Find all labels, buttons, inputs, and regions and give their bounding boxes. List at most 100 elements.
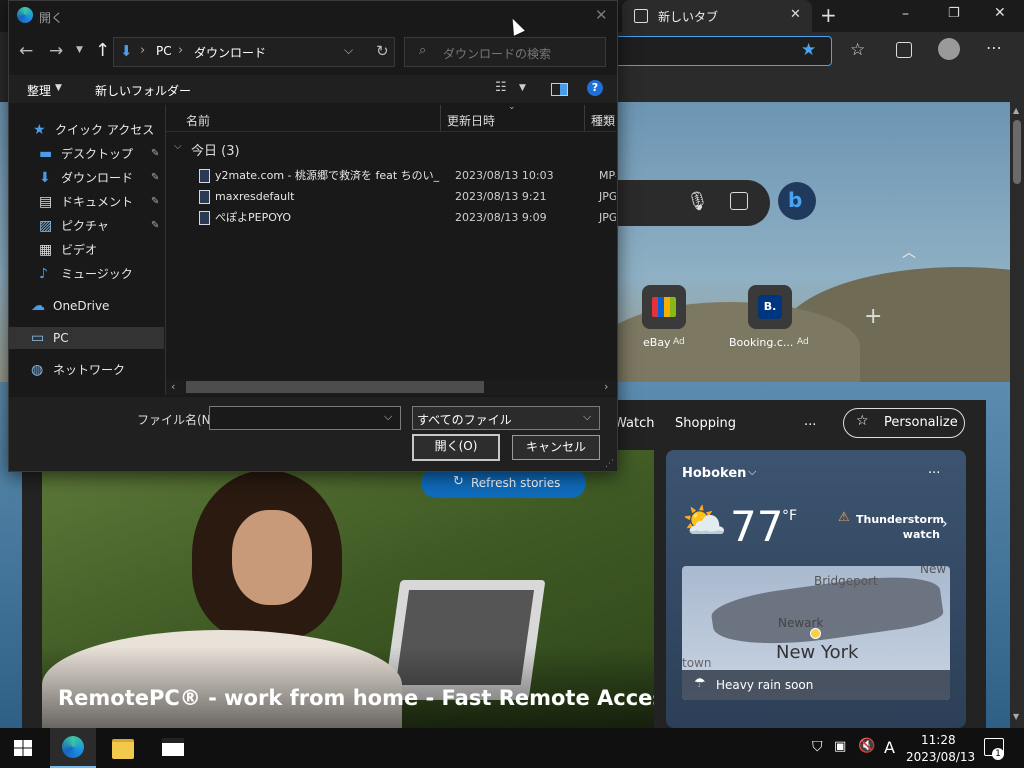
security-shield-icon[interactable]: ⛉ <box>812 739 823 755</box>
nav-item-download[interactable]: ⬇ ダウンロード ✎ <box>9 167 164 189</box>
quick-link-booking[interactable]: B. <box>748 285 792 329</box>
maximize-button[interactable]: ❐ <box>948 6 960 21</box>
view-options-icon[interactable]: ☷ <box>495 80 507 95</box>
minimize-button[interactable]: – <box>902 6 909 22</box>
weather-more-icon[interactable]: ... <box>928 462 940 477</box>
breadcrumb-downloads[interactable]: ダウンロード <box>194 44 266 61</box>
volume-muted-icon[interactable]: 🔇 <box>858 738 875 754</box>
filter-chevron-down-icon[interactable]: ⌵ <box>583 410 591 424</box>
nav-more-icon[interactable]: ... <box>804 414 816 429</box>
cancel-button[interactable]: キャンセル <box>512 435 600 460</box>
column-name[interactable]: 名前 <box>186 112 210 129</box>
nav-item-pictures[interactable]: ▨ ピクチャ ✎ <box>9 215 164 237</box>
file-row[interactable]: maxresdefault 2023/08/13 9:21 JPG フ <box>166 186 616 207</box>
page-scrollbar[interactable]: ▲ ▼ <box>1010 102 1024 728</box>
taskbar-video-editor[interactable] <box>150 728 196 768</box>
scroll-right-arrow[interactable]: › <box>604 380 608 393</box>
help-icon[interactable]: ? <box>587 80 603 96</box>
group-chevron-down-icon[interactable]: ⌵ <box>174 141 182 152</box>
scrollbar-down-arrow[interactable]: ▼ <box>1013 712 1019 721</box>
location-chevron-down-icon[interactable]: ⌵ <box>748 465 756 479</box>
open-button[interactable]: 開く(O) <box>412 434 500 461</box>
weather-card[interactable]: Hoboken ⌵ ... ⛅ 77 °F ⚠ Thunderstorm wat… <box>666 450 966 728</box>
refresh-stories-button[interactable]: ↻ Refresh stories <box>421 468 586 498</box>
collections-icon[interactable] <box>896 42 912 58</box>
tab-new-tab[interactable]: 新しいタブ ✕ <box>622 0 812 32</box>
nav-item-cloud[interactable]: ☁ OneDrive <box>9 295 164 317</box>
file-type-filter[interactable]: すべてのファイル ⌵ <box>412 406 600 430</box>
weather-location[interactable]: Hoboken <box>682 466 746 481</box>
nav-item-pc[interactable]: ▭ PC <box>9 327 164 349</box>
nav-item-music[interactable]: ♪ ミュージック <box>9 263 164 285</box>
column-type[interactable]: 種類 <box>591 112 615 129</box>
taskbar-file-explorer[interactable] <box>100 728 146 768</box>
favorite-star-icon[interactable]: ★ <box>801 40 816 60</box>
ad-label: Ad <box>797 337 809 347</box>
weather-map[interactable]: Bridgeport New Newark New York town ☂ He… <box>682 566 950 700</box>
column-divider[interactable] <box>440 105 441 131</box>
clock-time[interactable]: 11:28 <box>921 733 956 747</box>
address-bar[interactable]: ★ <box>600 36 832 66</box>
network-icon[interactable]: ▣ <box>834 739 846 754</box>
pin-icon: ✎ <box>151 196 160 207</box>
ime-indicator[interactable]: A <box>884 738 895 757</box>
filename-input[interactable]: ⌵ <box>209 406 401 430</box>
bing-chat-button[interactable]: b <box>778 182 816 220</box>
nav-item-video[interactable]: ▦ ビデオ <box>9 239 164 261</box>
column-date[interactable]: 更新日時 <box>447 112 495 129</box>
view-chevron-down-icon[interactable]: ▼ <box>519 83 526 93</box>
resize-grip-icon[interactable]: ⋰ <box>605 459 614 469</box>
nav-shopping[interactable]: Shopping <box>675 416 736 431</box>
nav-watch[interactable]: Watch <box>614 416 654 431</box>
forward-arrow-icon[interactable]: → <box>49 41 63 61</box>
settings-more-icon[interactable]: ⋯ <box>986 38 1002 57</box>
tab-close-icon[interactable]: ✕ <box>790 7 801 22</box>
new-tab-button[interactable]: + <box>820 3 837 27</box>
start-button[interactable] <box>14 740 32 756</box>
dialog-close-icon[interactable]: ✕ <box>595 6 608 24</box>
nav-item-star[interactable]: ★ クイック アクセス <box>9 119 164 141</box>
profile-avatar[interactable] <box>938 38 960 60</box>
nav-item-desktop[interactable]: ▬ デスクトップ ✎ <box>9 143 164 165</box>
group-header[interactable]: 今日 (3) <box>191 140 240 159</box>
quick-link-ebay[interactable] <box>642 285 686 329</box>
address-chevron-down-icon[interactable]: ⌵ <box>344 43 353 58</box>
new-folder-button[interactable]: 新しいフォルダー <box>95 82 191 99</box>
file-list-hscrollbar[interactable]: ‹ › <box>166 379 616 395</box>
microphone-icon[interactable]: 🎙 <box>686 191 709 212</box>
scrollbar-up-arrow[interactable]: ▲ <box>1013 106 1019 115</box>
organize-menu[interactable]: 整理 <box>27 82 51 99</box>
back-arrow-icon[interactable]: ← <box>19 41 33 61</box>
refresh-icon[interactable]: ↻ <box>376 42 389 60</box>
filename-chevron-down-icon[interactable]: ⌵ <box>384 410 392 424</box>
column-divider[interactable] <box>584 105 585 131</box>
nav-item-network[interactable]: ◍ ネットワーク <box>9 359 164 381</box>
close-window-button[interactable]: ✕ <box>994 5 1006 21</box>
breadcrumb-pc[interactable]: PC <box>156 44 172 58</box>
visual-search-icon[interactable] <box>730 192 748 210</box>
recent-chevron-down-icon[interactable]: ▼ <box>76 45 83 55</box>
file-row[interactable]: y2mate.com - 桃源郷で救済を feat ちのい_... 2023/08… <box>166 165 616 186</box>
scroll-left-arrow[interactable]: ‹ <box>171 380 175 393</box>
up-arrow-icon[interactable]: ↑ <box>95 40 110 61</box>
scrollbar-thumb[interactable] <box>1013 120 1021 184</box>
personalize-button[interactable]: ☆ Personalize <box>843 408 965 438</box>
organize-chevron-down-icon[interactable]: ▼ <box>55 83 62 93</box>
file-row[interactable]: ぺぽよPEPOYO 2023/08/13 9:09 JPG フ <box>166 207 616 228</box>
file-type-value: すべてのファイル <box>417 413 512 427</box>
news-headline[interactable]: RemotePC® - work from home - Fast Remote… <box>58 686 654 710</box>
file-icon <box>199 190 210 204</box>
pin-icon: ✎ <box>151 148 160 159</box>
favorites-icon[interactable]: ☆ <box>850 40 865 60</box>
preview-pane-icon[interactable] <box>551 83 568 96</box>
add-shortcut-icon[interactable]: + <box>864 304 882 329</box>
taskbar-edge[interactable] <box>50 728 96 768</box>
weather-alert[interactable]: Thunderstorm watch <box>856 512 944 542</box>
clock-date[interactable]: 2023/08/13 <box>906 750 975 764</box>
hscrollbar-thumb[interactable] <box>186 381 484 393</box>
collapse-chevron-up-icon[interactable]: ︿ <box>902 242 916 262</box>
address-breadcrumb[interactable]: ⬇ › PC › ダウンロード ⌵ ↻ <box>113 37 395 67</box>
alert-chevron-right-icon[interactable]: › <box>942 516 948 532</box>
nav-item-document[interactable]: ▤ ドキュメント ✎ <box>9 191 164 213</box>
search-field[interactable]: ⌕ ダウンロードの検索 <box>404 37 606 67</box>
